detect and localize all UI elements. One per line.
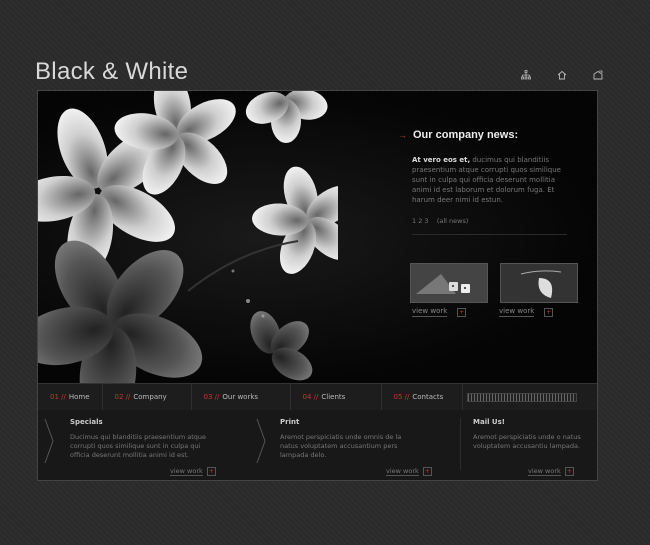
nav-num: 04 // [302,393,319,401]
view-work-label: view work [386,467,419,476]
flower-image [38,91,338,383]
site-logo[interactable]: Black & White [35,58,188,86]
news-title: → Our company news: [398,129,573,141]
home-icon[interactable] [556,70,568,82]
column-print: Print Aremot perspiciatis unde omnis de … [280,418,420,460]
view-work-link-2[interactable]: view work + [499,307,554,317]
plus-icon: + [564,467,574,476]
nav-num: 05 // [393,393,410,401]
view-work-label: view work [170,467,203,476]
nav-num: 03 // [203,393,220,401]
all-news-link[interactable]: (all news) [437,217,469,225]
column-text: Ducimus qui blanditiis praesentium atque… [70,433,207,459]
nav-item-clients[interactable]: 04 //Clients [291,384,382,410]
nav-item-company[interactable]: 02 //Company [103,384,192,410]
work-thumbnail-leaf[interactable] [500,263,578,303]
sitemap-icon[interactable] [520,70,532,82]
nav-label: Company [133,393,167,401]
column-mail-us: Mail Us! Aremot perspiciatis unde o natu… [473,418,583,451]
plus-icon: + [206,467,216,476]
column-title: Print [280,418,300,426]
nav-item-our-works[interactable]: 03 //Our works [192,384,291,410]
nav-label: Contacts [412,393,444,401]
column-specials: Specials Ducimus qui blanditiis praesent… [70,418,220,460]
arrow-right-icon: → [398,130,407,140]
column-text: Aremot perspiciatis unde o natus volupta… [473,433,581,450]
plus-icon: + [544,307,554,317]
view-work-link-specials[interactable]: view work + [170,467,216,476]
plus-icon: + [422,467,432,476]
plus-icon: + [457,307,467,317]
news-pagination: 1 2 3 (all news) [398,217,573,225]
view-work-label: view work [528,467,561,476]
scroll-track[interactable] [467,392,577,402]
divider [460,418,461,470]
view-work-label: view work [499,307,535,317]
mail-icon[interactable] [592,70,604,82]
view-work-label: view work [412,307,448,317]
chevron-right-icon [256,418,266,464]
nav-item-contacts[interactable]: 05 //Contacts [382,384,463,410]
news-page-links[interactable]: 1 2 3 [412,217,429,225]
nav-num: 01 // [50,393,66,401]
view-work-link-1[interactable]: view work + [412,307,467,317]
nav-label: Home [68,393,90,401]
nav-item-home[interactable]: 01 //Home [38,384,103,410]
bottom-columns: Specials Ducimus qui blanditiis praesent… [38,410,597,480]
top-icons [520,70,604,82]
hero-area: → Our company news: At vero eos et, duci… [38,91,597,383]
nav-label: Our works [222,393,259,401]
work-thumbnail-casino[interactable] [410,263,488,303]
column-title: Specials [70,418,103,426]
nav-label: Clients [321,393,346,401]
work-thumbnails [410,263,578,303]
main-nav: 01 //Home 02 //Company 03 //Our works 04… [38,383,597,411]
column-text: Aremot perspiciatis unde omnis de la nat… [280,433,402,459]
divider [412,234,567,235]
view-work-link-mail[interactable]: view work + [528,467,574,476]
news-lead: At vero eos et, [412,156,471,164]
news-heading: Our company news: [413,129,519,141]
chevron-right-icon [44,418,54,464]
company-news: → Our company news: At vero eos et, duci… [398,129,573,235]
nav-num: 02 // [114,393,131,401]
view-work-link-print[interactable]: view work + [386,467,432,476]
column-title: Mail Us! [473,418,505,426]
main-frame: → Our company news: At vero eos et, duci… [37,90,598,481]
news-body: At vero eos et, ducimus qui blanditiis p… [398,155,573,205]
